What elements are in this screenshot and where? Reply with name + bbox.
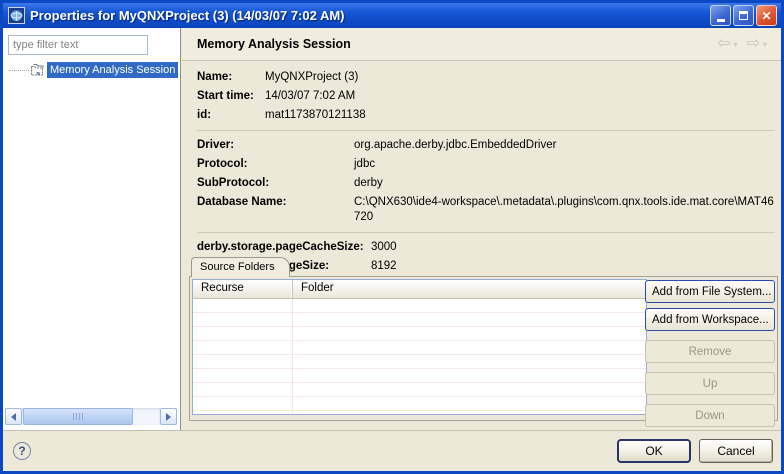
minimize-icon [717,19,725,22]
app-icon [8,7,25,24]
source-folders-content: Recurse Folder [189,276,778,421]
table-row [193,397,646,411]
source-folder-actions: Add from File System... Add from Workspa… [645,280,775,432]
property-row-name: Name: MyQNXProject (3) [197,68,775,87]
tree-item-memory-analysis-session[interactable]: Memory Analysis Session [3,61,178,79]
property-row-id: id: mat1173870121138 [197,106,775,125]
separator [197,130,775,131]
down-button[interactable]: Down [645,404,775,427]
window-controls: ✕ [710,5,777,26]
back-dropdown-icon[interactable]: ▾ [734,40,738,49]
session-icon [29,62,45,78]
table-row [193,369,646,383]
property-label: Database Name: [197,195,354,225]
table-row [193,313,646,327]
page-title: Memory Analysis Session [197,37,351,51]
table-body[interactable] [193,299,646,414]
property-value: C:\QNX630\ide4-workspace\.metadata\.plug… [354,195,775,225]
property-label: Name: [197,70,265,85]
property-label: Driver: [197,138,354,153]
forward-icon: ⇨ [747,36,760,52]
table-header: Recurse Folder [193,280,646,299]
property-value: org.apache.derby.jdbc.EmbeddedDriver [354,138,775,153]
maximize-icon [739,11,748,20]
scroll-left-button[interactable] [5,408,22,425]
property-label: derby.storage.pageCacheSize: [197,240,371,255]
property-value: 14/03/07 7:02 AM [265,89,775,104]
tab-source-folders[interactable]: Source Folders [191,257,290,277]
scroll-right-icon [166,413,171,421]
title-bar[interactable]: Properties for MyQNXProject (3) (14/03/0… [3,3,781,28]
remove-button[interactable]: Remove [645,340,775,363]
column-header-folder[interactable]: Folder [293,280,646,298]
table-row [193,341,646,355]
scrollbar-grip-icon [73,413,83,420]
filter-input[interactable] [8,35,148,55]
dialog-body: Memory Analysis Session Memory Analysis … [3,28,781,430]
property-label: Start time: [197,89,265,104]
up-button[interactable]: Up [645,372,775,395]
column-header-recurse[interactable]: Recurse [193,280,293,298]
cancel-button[interactable]: Cancel [699,439,773,463]
forward-button[interactable]: ⇨ [747,36,760,52]
maximize-button[interactable] [733,5,754,26]
back-icon: ⇦ [717,36,730,52]
scroll-right-button[interactable] [160,408,177,425]
source-folders-group: Source Folders Recurse Folder [189,257,778,421]
scroll-left-icon [11,413,16,421]
property-label: SubProtocol: [197,176,354,191]
add-from-file-system-button[interactable]: Add from File System... [645,280,775,303]
property-row-subprotocol: SubProtocol: derby [197,174,775,193]
properties-dialog: Properties for MyQNXProject (3) (14/03/0… [0,0,784,474]
tree-item-label: Memory Analysis Session [47,62,178,78]
property-value: jdbc [354,157,775,172]
property-label: Protocol: [197,157,354,172]
property-row-driver: Driver: org.apache.derby.jdbc.EmbeddedDr… [197,136,775,155]
tree-connector [9,70,29,71]
table-row [193,327,646,341]
minimize-button[interactable] [710,5,731,26]
forward-dropdown-icon[interactable]: ▾ [763,40,767,49]
property-value: MyQNXProject (3) [265,70,775,85]
table-row [193,355,646,369]
property-value: 3000 [371,240,775,255]
window-title: Properties for MyQNXProject (3) (14/03/0… [30,8,705,23]
property-value: mat1173870121138 [265,108,775,123]
back-button[interactable]: ⇦ [717,36,730,52]
table-row [193,299,646,313]
history-navigation: ⇦ ▾ ⇨ ▾ [717,36,773,52]
help-button[interactable]: ? [13,442,31,460]
property-label: id: [197,108,265,123]
ok-button[interactable]: OK [617,439,691,463]
sidebar: Memory Analysis Session [3,28,181,430]
session-properties: Name: MyQNXProject (3) Start time: 14/03… [182,61,781,282]
table-row [193,383,646,397]
add-from-workspace-button[interactable]: Add from Workspace... [645,308,775,331]
close-button[interactable]: ✕ [756,5,777,26]
scrollbar-track[interactable] [22,408,160,425]
separator [197,232,775,233]
page-header: Memory Analysis Session ⇦ ▾ ⇨ ▾ [182,28,781,61]
property-row-database-name: Database Name: C:\QNX630\ide4-workspace\… [197,193,775,227]
scrollbar-thumb[interactable] [23,408,133,425]
property-row-protocol: Protocol: jdbc [197,155,775,174]
property-row-start-time: Start time: 14/03/07 7:02 AM [197,87,775,106]
close-icon: ✕ [761,10,771,22]
property-row-page-cache-size: derby.storage.pageCacheSize: 3000 [197,238,775,257]
main-panel: Memory Analysis Session ⇦ ▾ ⇨ ▾ Name: My… [182,28,781,430]
table-row [193,411,646,414]
ok-cancel-group: OK Cancel [617,439,773,463]
horizontal-scrollbar[interactable] [5,408,177,425]
source-folders-table: Recurse Folder [192,279,647,415]
dialog-button-bar: ? OK Cancel [3,430,781,471]
property-value: derby [354,176,775,191]
